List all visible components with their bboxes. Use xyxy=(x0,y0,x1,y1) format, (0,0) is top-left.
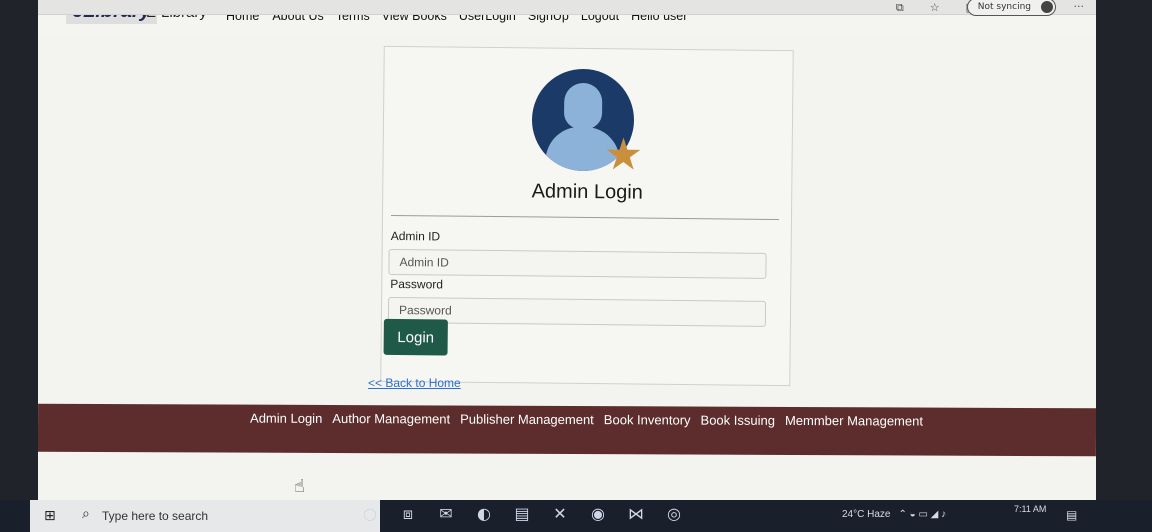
browser-viewport: eLibrary E-Library Home About Us Terms V… xyxy=(38,0,1096,500)
tray-icons[interactable]: ⌃ ◒ ▭ ◢ ♪ xyxy=(898,509,946,520)
screen-bezel-left xyxy=(0,0,40,500)
notification-icon[interactable]: ▤ xyxy=(1066,508,1077,522)
login-button[interactable]: Login xyxy=(383,318,448,356)
admin-id-input[interactable] xyxy=(388,248,767,279)
weather-widget[interactable]: 24°C Haze xyxy=(842,509,890,520)
chrome-icon[interactable]: ◎ xyxy=(664,504,684,524)
footer-admin-login[interactable]: Admin Login xyxy=(250,411,322,426)
sync-label: Not syncing xyxy=(977,2,1031,12)
browser-toolbar: ⧉ ☆ ▣ Not syncing ··· xyxy=(38,0,1096,16)
file-explorer-icon[interactable]: ▤ xyxy=(512,504,532,524)
taskbar-apps: ○ ⧈ ✉ ◐ ▤ ✕ ◉ ⋈ ◎ xyxy=(360,504,684,524)
visual-studio-icon[interactable]: ⋈ xyxy=(626,504,646,524)
profile-avatar-icon xyxy=(1041,1,1053,13)
back-to-home-link[interactable]: << Back to Home xyxy=(368,376,461,390)
footer-author-management[interactable]: Author Management xyxy=(332,411,450,427)
mail-icon[interactable]: ✉ xyxy=(436,504,456,524)
task-view-icon[interactable]: ⧈ xyxy=(398,504,418,524)
footer-book-issuing[interactable]: Book Issuing xyxy=(701,413,776,428)
cortana-icon[interactable]: ○ xyxy=(360,504,380,524)
clock[interactable]: 7:11 AM xyxy=(1014,504,1046,514)
browser-toolbar-icons: ⧉ ☆ ▣ xyxy=(896,1,976,15)
taskbar-search-input[interactable]: Type here to search xyxy=(102,509,208,523)
reader-icon[interactable]: ⧉ xyxy=(896,1,904,15)
taskbar: ⊞ ⌕ Type here to search ○ ⧈ ✉ ◐ ▤ ✕ ◉ ⋈ … xyxy=(0,500,1152,532)
login-card: ★ Admin Login Admin ID Password Login xyxy=(380,45,794,387)
app-icon[interactable]: ◉ xyxy=(588,504,608,524)
star-icon: ★ xyxy=(603,129,644,181)
windows-start-icon[interactable]: ⊞ xyxy=(44,508,56,524)
divider xyxy=(390,214,779,221)
system-tray: 24°C Haze ⌃ ◒ ▭ ◢ ♪ xyxy=(842,509,946,520)
footer-bar: Admin Login Author Management Publisher … xyxy=(38,403,1096,457)
favorites-icon[interactable]: ☆ xyxy=(930,1,940,15)
hand-cursor-icon: ☝ xyxy=(294,476,305,497)
admin-id-label: Admin ID xyxy=(390,228,441,244)
footer-links: Admin Login Author Management Publisher … xyxy=(250,411,933,429)
screen-bezel-right xyxy=(1096,0,1152,500)
footer-member-management[interactable]: Memmber Management xyxy=(785,413,923,429)
excel-icon[interactable]: ✕ xyxy=(550,504,570,524)
password-label: Password xyxy=(390,276,444,292)
search-icon: ⌕ xyxy=(82,506,90,522)
login-title: Admin Login xyxy=(531,180,643,204)
edge-icon[interactable]: ◐ xyxy=(474,504,494,524)
taskbar-search-area: ⊞ ⌕ Type here to search xyxy=(30,500,380,532)
browser-more-button[interactable]: ··· xyxy=(1074,0,1085,13)
footer-publisher-management[interactable]: Publisher Management xyxy=(460,412,594,428)
footer-book-inventory[interactable]: Book Inventory xyxy=(604,412,691,427)
sync-status-button[interactable]: Not syncing xyxy=(966,0,1056,16)
